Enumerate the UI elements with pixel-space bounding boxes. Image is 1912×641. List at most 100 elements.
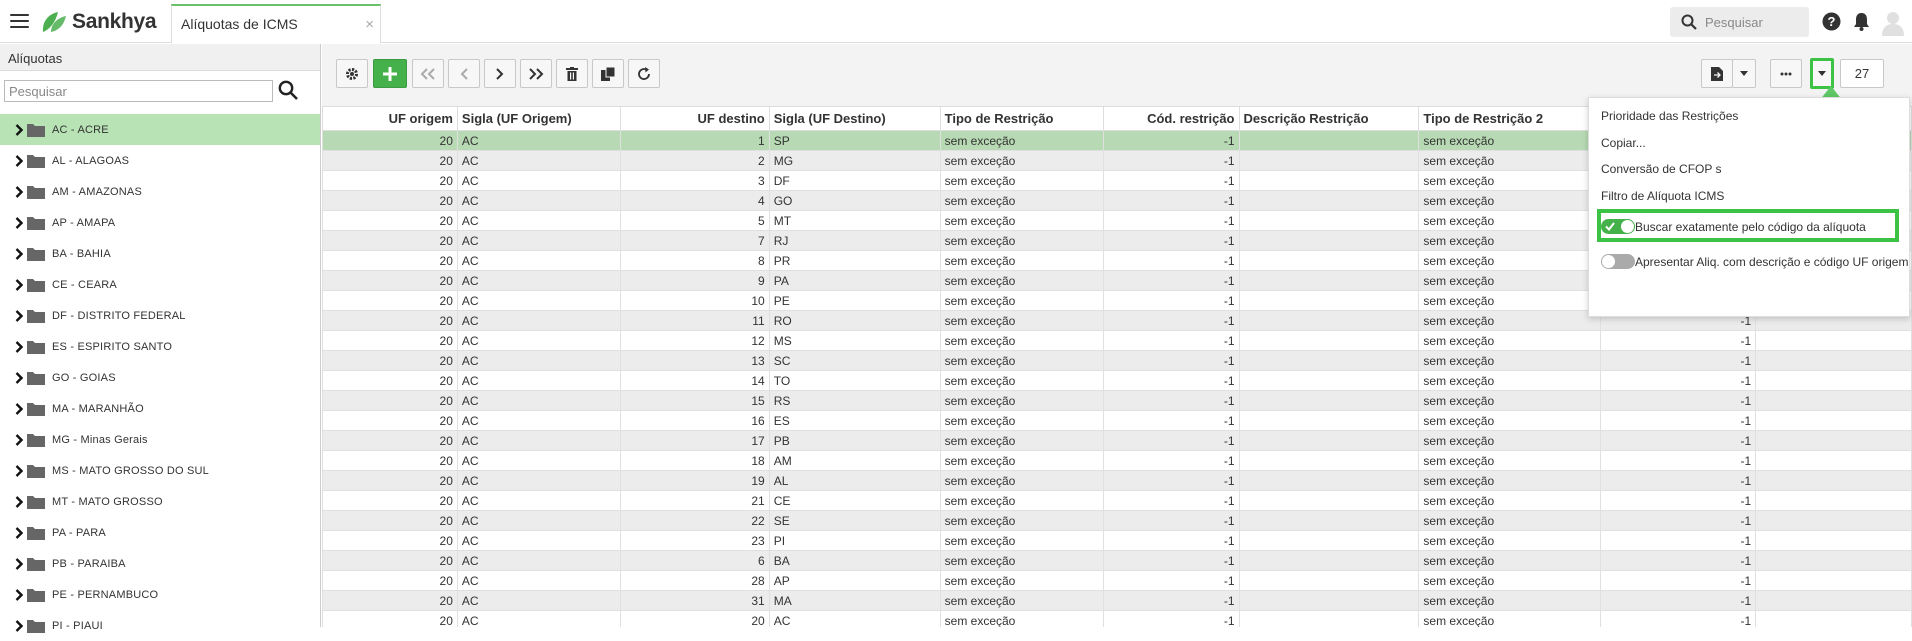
tree-item[interactable]: BA - BAHIA xyxy=(0,238,320,269)
close-tab-icon[interactable]: × xyxy=(365,16,374,33)
tree-item[interactable]: ES - ESPIRITO SANTO xyxy=(0,331,320,362)
table-row[interactable]: 20 AC 28 AP sem exceção -1 sem exceção -1 xyxy=(322,570,1912,591)
table-row[interactable]: 20 AC 15 RS sem exceção -1 sem exceção -1 xyxy=(322,390,1912,411)
tree-item[interactable]: CE - CEARA xyxy=(0,269,320,300)
tree-item[interactable]: AM - AMAZONAS xyxy=(0,176,320,207)
table-cell: sem exceção xyxy=(1418,190,1602,211)
table-row[interactable]: 20 AC 14 TO sem exceção -1 sem exceção -1 xyxy=(322,370,1912,391)
tree-item[interactable]: PE - PERNAMBUCO xyxy=(0,579,320,610)
buscar-exatamente-label[interactable]: Buscar exatamente pelo código da alíquot… xyxy=(1635,220,1866,234)
sankhya-logo[interactable]: Sankhya xyxy=(40,10,157,34)
chevron-right-icon[interactable] xyxy=(15,619,23,632)
tree-item[interactable]: MA - MARANHÃO xyxy=(0,393,320,424)
column-header[interactable]: Descrição Restrição xyxy=(1238,106,1420,131)
chevron-right-icon[interactable] xyxy=(15,433,23,446)
refresh-button[interactable] xyxy=(628,59,660,88)
chevron-right-icon[interactable] xyxy=(15,588,23,601)
chevron-right-icon[interactable] xyxy=(15,216,23,229)
tree-item[interactable]: MS - MATO GROSSO DO SUL xyxy=(0,455,320,486)
table-row[interactable]: 20 AC 13 SC sem exceção -1 sem exceção -1 xyxy=(322,350,1912,371)
last-record-button[interactable] xyxy=(520,59,552,88)
chevron-right-icon[interactable] xyxy=(15,185,23,198)
tab-aliquotas-icms[interactable]: Alíquotas de ICMS × xyxy=(171,4,381,43)
more-options-button[interactable] xyxy=(1770,59,1802,88)
tree-item[interactable]: AC - ACRE xyxy=(0,114,320,145)
menu-item-conversao-cfop[interactable]: Conversão de CFOP s xyxy=(1601,162,1722,176)
sidebar-search-input[interactable]: Pesquisar xyxy=(4,80,273,102)
first-record-button[interactable] xyxy=(412,59,444,88)
hamburger-menu-icon[interactable] xyxy=(10,14,29,29)
tree-item[interactable]: AL - ALAGOAS xyxy=(0,145,320,176)
column-header[interactable]: Cód. restrição xyxy=(1102,106,1240,131)
export-button[interactable] xyxy=(1701,59,1733,88)
table-row[interactable]: 20 AC 17 PB sem exceção -1 sem exceção -1 xyxy=(322,430,1912,451)
table-row[interactable]: 20 AC 21 CE sem exceção -1 sem exceção -1 xyxy=(322,490,1912,511)
column-header[interactable]: Sigla (UF Destino) xyxy=(768,106,941,131)
chevron-right-icon[interactable] xyxy=(15,154,23,167)
delete-button[interactable] xyxy=(556,59,588,88)
chevron-right-icon[interactable] xyxy=(15,309,23,322)
table-cell: AC xyxy=(456,610,621,627)
chevron-right-icon[interactable] xyxy=(15,371,23,384)
settings-button[interactable] xyxy=(336,59,368,88)
chevron-right-icon[interactable] xyxy=(15,464,23,477)
table-row[interactable]: 20 AC 20 AC sem exceção -1 sem exceção -1 xyxy=(322,610,1912,627)
chevron-right-icon[interactable] xyxy=(15,123,23,136)
tree-item[interactable]: PI - PIAUI xyxy=(0,610,320,641)
tree-item[interactable]: DF - DISTRITO FEDERAL xyxy=(0,300,320,331)
apresentar-aliq-label[interactable]: Apresentar Aliq. com descrição e código … xyxy=(1635,255,1908,269)
table-cell: sem exceção xyxy=(939,170,1104,191)
table-cell: 20 xyxy=(322,150,458,171)
help-icon[interactable]: ? xyxy=(1822,12,1841,31)
tree-item[interactable]: MT - MATO GROSSO xyxy=(0,486,320,517)
chevron-right-icon[interactable] xyxy=(15,495,23,508)
table-cell xyxy=(1755,490,1912,511)
table-cell: -1 xyxy=(1102,210,1240,231)
table-row[interactable]: 20 AC 12 MS sem exceção -1 sem exceção -1 xyxy=(322,330,1912,351)
table-row[interactable]: 20 AC 31 MA sem exceção -1 sem exceção -1 xyxy=(322,590,1912,611)
sidebar-search-icon[interactable] xyxy=(278,80,298,100)
column-header[interactable]: Sigla (UF Origem) xyxy=(456,106,621,131)
table-row[interactable]: 20 AC 22 SE sem exceção -1 sem exceção -1 xyxy=(322,510,1912,531)
tree-item[interactable]: PB - PARAIBA xyxy=(0,548,320,579)
chevron-right-icon[interactable] xyxy=(15,278,23,291)
export-dropdown-button[interactable] xyxy=(1732,59,1756,88)
chevron-right-icon[interactable] xyxy=(15,402,23,415)
column-header[interactable]: Tipo de Restrição xyxy=(939,106,1104,131)
menu-item-prioridade[interactable]: Prioridade das Restrições xyxy=(1601,109,1738,123)
column-header[interactable]: UF origem xyxy=(322,106,458,131)
tree-item[interactable]: GO - GOIAS xyxy=(0,362,320,393)
chevron-right-icon[interactable] xyxy=(15,557,23,570)
caret-down-icon xyxy=(1740,71,1748,76)
menu-item-filtro-aliquota[interactable]: Filtro de Alíquota ICMS xyxy=(1601,189,1724,203)
toggle-knob xyxy=(1621,220,1634,233)
duplicate-button[interactable] xyxy=(592,59,624,88)
apresentar-aliq-toggle[interactable] xyxy=(1601,254,1635,269)
table-row[interactable]: 20 AC 23 PI sem exceção -1 sem exceção -1 xyxy=(322,530,1912,551)
column-header[interactable]: Tipo de Restrição 2 xyxy=(1418,106,1602,131)
previous-record-button[interactable] xyxy=(448,59,480,88)
table-cell: sem exceção xyxy=(939,350,1104,371)
table-cell xyxy=(1755,510,1912,531)
chevron-right-icon[interactable] xyxy=(15,247,23,260)
chevron-right-icon[interactable] xyxy=(15,526,23,539)
table-row[interactable]: 20 AC 19 AL sem exceção -1 sem exceção -1 xyxy=(322,470,1912,491)
table-row[interactable]: 20 AC 16 ES sem exceção -1 sem exceção -1 xyxy=(322,410,1912,431)
tree-item[interactable]: PA - PARA xyxy=(0,517,320,548)
table-cell xyxy=(1755,350,1912,371)
table-row[interactable]: 20 AC 18 AM sem exceção -1 sem exceção -1 xyxy=(322,450,1912,471)
menu-item-copiar[interactable]: Copiar... xyxy=(1601,136,1646,150)
bell-icon[interactable] xyxy=(1853,12,1870,31)
chevron-right-icon[interactable] xyxy=(15,340,23,353)
add-button[interactable] xyxy=(373,59,407,88)
tree-item[interactable]: MG - Minas Gerais xyxy=(0,424,320,455)
global-search[interactable]: Pesquisar xyxy=(1670,7,1809,37)
tree-item[interactable]: AP - AMAPA xyxy=(0,207,320,238)
avatar-icon[interactable] xyxy=(1881,10,1905,36)
column-header[interactable]: UF destino xyxy=(619,106,770,131)
buscar-exatamente-toggle[interactable] xyxy=(1601,219,1635,234)
options-dropdown-button[interactable] xyxy=(1810,58,1834,89)
table-cell: AC xyxy=(456,290,621,311)
table-row[interactable]: 20 AC 6 BA sem exceção -1 sem exceção -1 xyxy=(322,550,1912,571)
next-record-button[interactable] xyxy=(484,59,516,88)
